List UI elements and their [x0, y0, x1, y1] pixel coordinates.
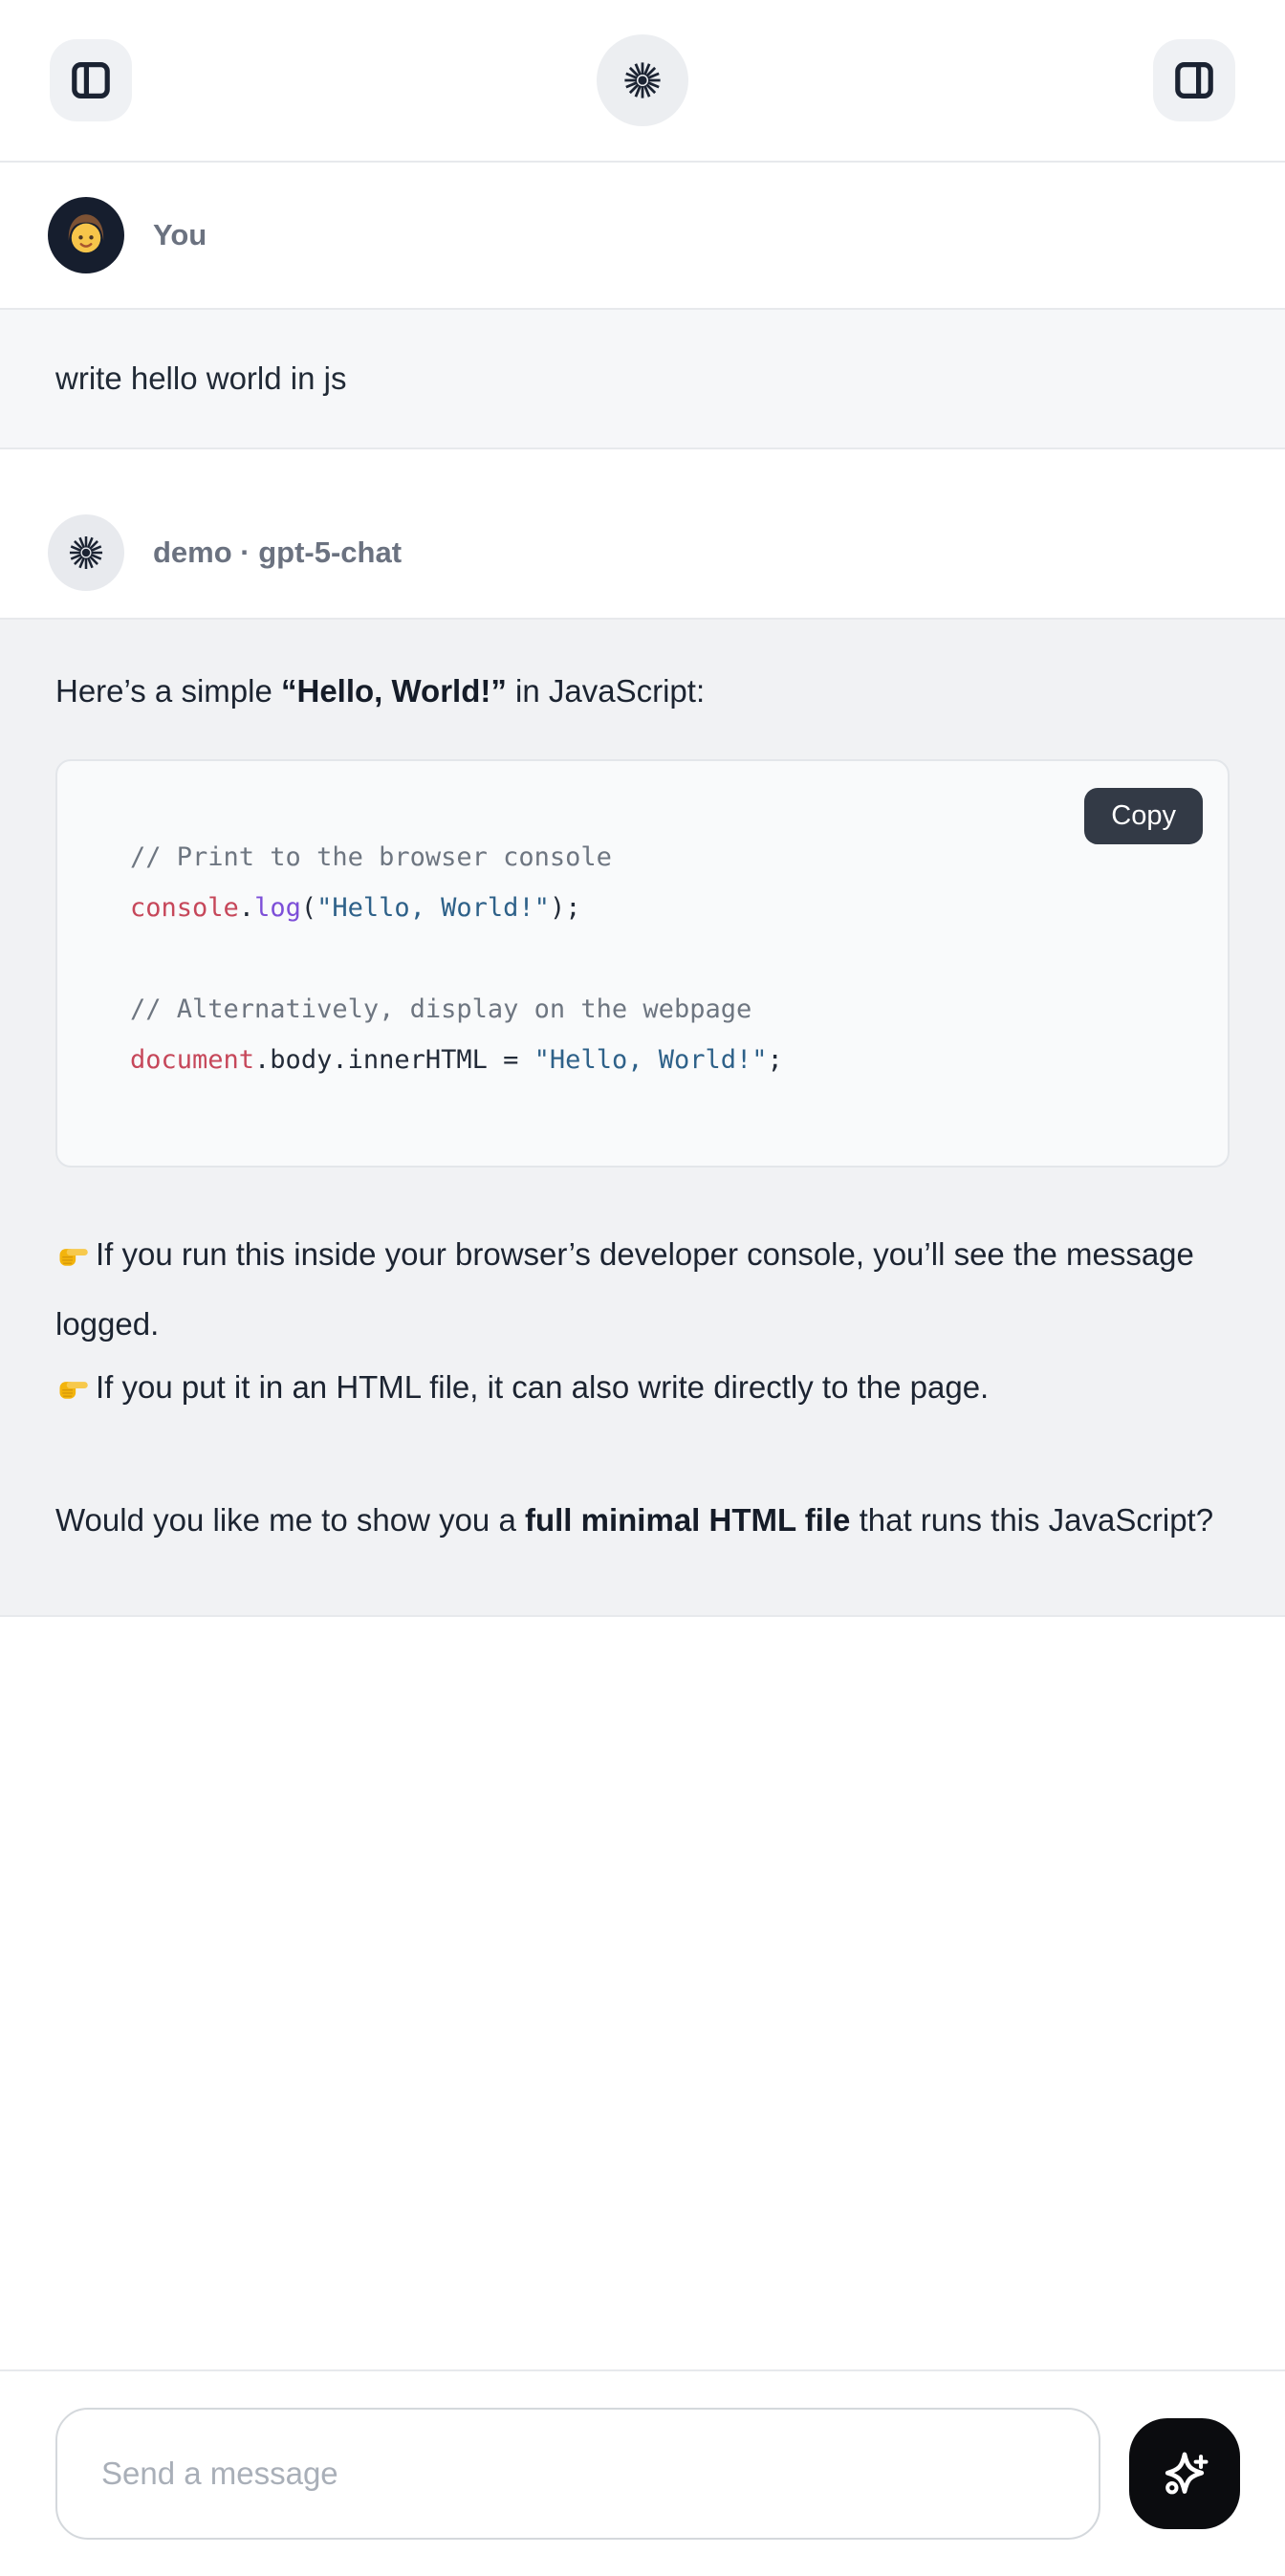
user-author-label: You — [153, 218, 207, 252]
starburst-icon — [620, 57, 665, 103]
assistant-message-bubble: Here’s a simple “Hello, World!” in JavaS… — [0, 618, 1285, 1617]
chat-screen: You write hello world in js — [0, 0, 1285, 2576]
panel-right-icon — [1171, 57, 1217, 103]
pointing-hand-emoji — [55, 1363, 90, 1426]
tip-line: If you put it in an HTML file, it can al… — [55, 1356, 1230, 1426]
sparkle-plus-icon — [1155, 2444, 1214, 2503]
user-message-text: write hello world in js — [55, 360, 346, 397]
pointing-hand-emoji — [55, 1230, 90, 1293]
panel-left-icon — [68, 57, 114, 103]
user-message-bubble: write hello world in js — [0, 308, 1285, 449]
copy-code-button[interactable]: Copy — [1084, 788, 1203, 844]
composer-bar — [0, 2369, 1285, 2576]
right-panel-toggle-button[interactable] — [1153, 39, 1235, 121]
assistant-question-text: Would you like me to show you a full min… — [55, 1489, 1230, 1552]
person-emoji-icon — [58, 207, 114, 263]
assistant-author-label: demo · gpt-5-chat — [153, 535, 402, 570]
top-bar — [0, 0, 1285, 163]
code-content: // Print to the browser consoleconsole.l… — [57, 761, 1228, 1166]
message-input[interactable] — [55, 2408, 1100, 2540]
assistant-avatar — [48, 514, 124, 591]
model-logo-button[interactable] — [597, 34, 688, 126]
assistant-message-header: demo · gpt-5-chat — [0, 488, 1285, 618]
assistant-tips: If you run this inside your browser’s de… — [55, 1223, 1230, 1426]
send-button[interactable] — [1129, 2418, 1240, 2529]
user-avatar — [48, 197, 124, 273]
assistant-intro-text: Here’s a simple “Hello, World!” in JavaS… — [55, 667, 1230, 715]
user-message: You write hello world in js — [0, 163, 1285, 449]
user-message-header: You — [0, 163, 1285, 308]
code-block: Copy // Print to the browser consolecons… — [55, 759, 1230, 1168]
assistant-message: demo · gpt-5-chat Here’s a simple “Hello… — [0, 488, 1285, 1617]
tip-line: If you run this inside your browser’s de… — [55, 1223, 1230, 1356]
starburst-icon — [65, 532, 107, 574]
sidebar-toggle-button[interactable] — [50, 39, 132, 121]
